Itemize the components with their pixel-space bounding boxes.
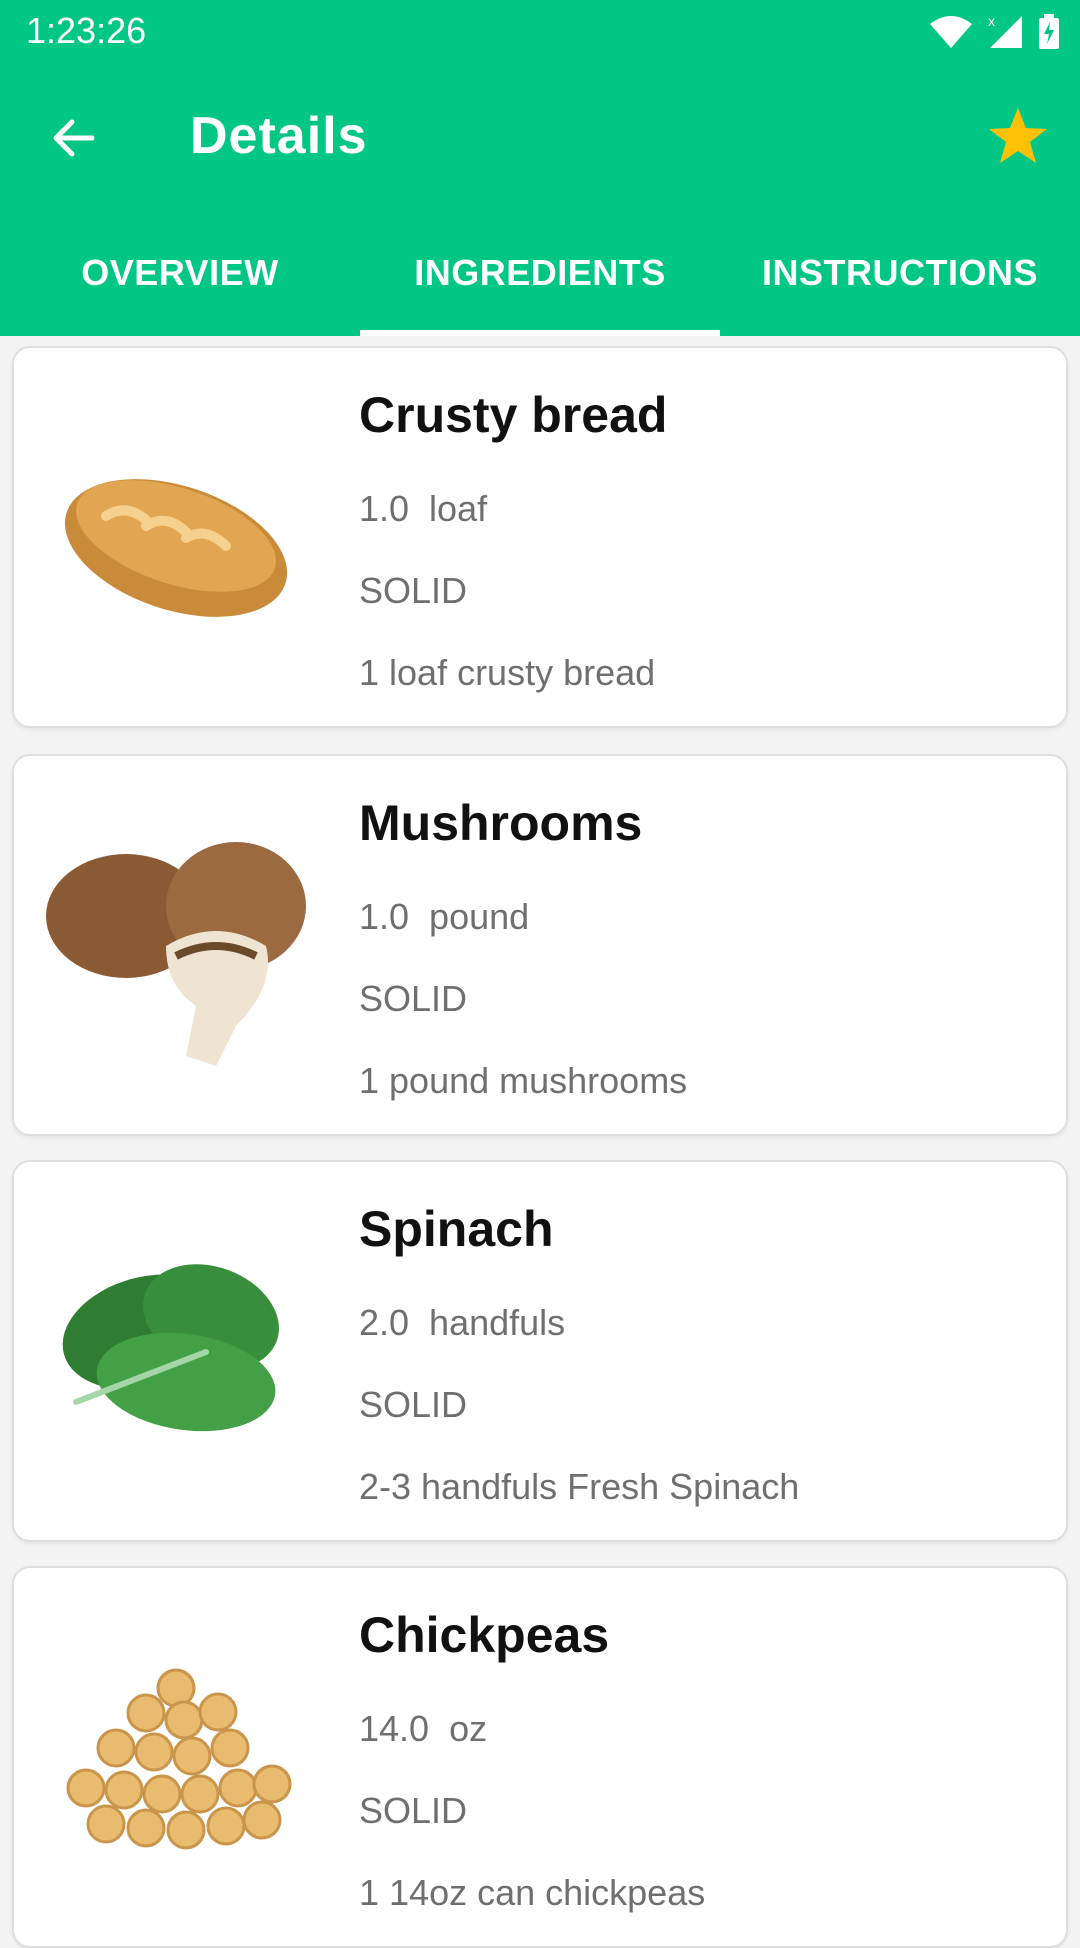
ingredient-name: Mushrooms xyxy=(359,795,643,851)
ingredient-state: SOLID xyxy=(359,1384,468,1425)
ingredient-card[interactable]: Spinach 2.0 handfuls SOLID 2-3 handfuls F… xyxy=(12,1160,1068,1542)
ingredient-card[interactable]: Crusty bread 1.0 loaf SOLID 1 loaf crusty… xyxy=(12,346,1068,728)
ingredient-unit: pound xyxy=(429,896,530,937)
ingredient-amount: 14.0 xyxy=(359,1708,430,1749)
arrow-left-icon xyxy=(53,119,95,157)
ingredient-amount: 1.0 xyxy=(359,896,410,937)
app-bar: 1:23:26 x Details OVERVIEW INGREDIENTS I… xyxy=(0,0,1080,336)
ingredient-quantity: 1.0 loaf xyxy=(359,488,507,530)
ingredient-state: SOLID xyxy=(359,570,468,611)
tab-instructions[interactable]: INSTRUCTIONS xyxy=(720,228,1080,336)
ingredient-original-text: 1 loaf crusty bread xyxy=(359,652,656,693)
ingredient-quantity: 14.0 oz xyxy=(359,1708,507,1750)
ingredient-name: Spinach xyxy=(359,1201,554,1257)
ingredient-quantity: 2.0 handfuls xyxy=(359,1302,585,1344)
ingredient-card[interactable]: Chickpeas 14.0 oz SOLID 1 14oz can chickp… xyxy=(12,1566,1068,1948)
ingredient-original-text: 2-3 handfuls Fresh Spinach xyxy=(359,1466,800,1507)
mushroom-image xyxy=(46,842,306,1066)
battery-icon xyxy=(1039,14,1059,49)
ingredient-original-text: 1 pound mushrooms xyxy=(359,1060,688,1101)
ingredient-name: Chickpeas xyxy=(359,1607,610,1663)
ingredient-amount: 2.0 xyxy=(359,1302,410,1343)
favorite-button[interactable] xyxy=(986,104,1050,168)
ingredient-state: SOLID xyxy=(359,1790,468,1831)
ingredient-card[interactable]: Mushrooms 1.0 pound SOLID 1 pound mushroo… xyxy=(12,754,1068,1136)
tab-overview[interactable]: OVERVIEW xyxy=(0,228,360,336)
ingredient-original-text: 1 14oz can chickpeas xyxy=(359,1872,706,1913)
tab-ingredients[interactable]: INGREDIENTS xyxy=(360,228,720,336)
wifi-icon xyxy=(930,16,972,48)
page-title: Details xyxy=(190,107,368,165)
ingredient-name: Crusty bread xyxy=(359,387,668,443)
status-bar: 1:23:26 x xyxy=(0,0,1080,64)
toolbar: Details xyxy=(0,64,1080,212)
chickpea-image xyxy=(66,1668,292,1850)
spinach-image xyxy=(62,1264,279,1432)
ingredient-amount: 1.0 xyxy=(359,488,410,529)
star-icon xyxy=(989,108,1047,163)
ingredient-unit: oz xyxy=(449,1708,488,1749)
back-button[interactable] xyxy=(44,108,104,168)
ingredient-quantity: 1.0 pound xyxy=(359,896,549,938)
svg-text:x: x xyxy=(988,14,995,29)
ingredient-state: SOLID xyxy=(359,978,468,1019)
ingredient-unit: handfuls xyxy=(429,1302,566,1343)
bread-image xyxy=(64,479,288,617)
ingredient-unit: loaf xyxy=(429,488,488,529)
signal-icon: x xyxy=(988,14,1022,48)
tab-bar: OVERVIEW INGREDIENTS INSTRUCTIONS xyxy=(0,228,1080,336)
status-time: 1:23:26 xyxy=(26,10,147,51)
